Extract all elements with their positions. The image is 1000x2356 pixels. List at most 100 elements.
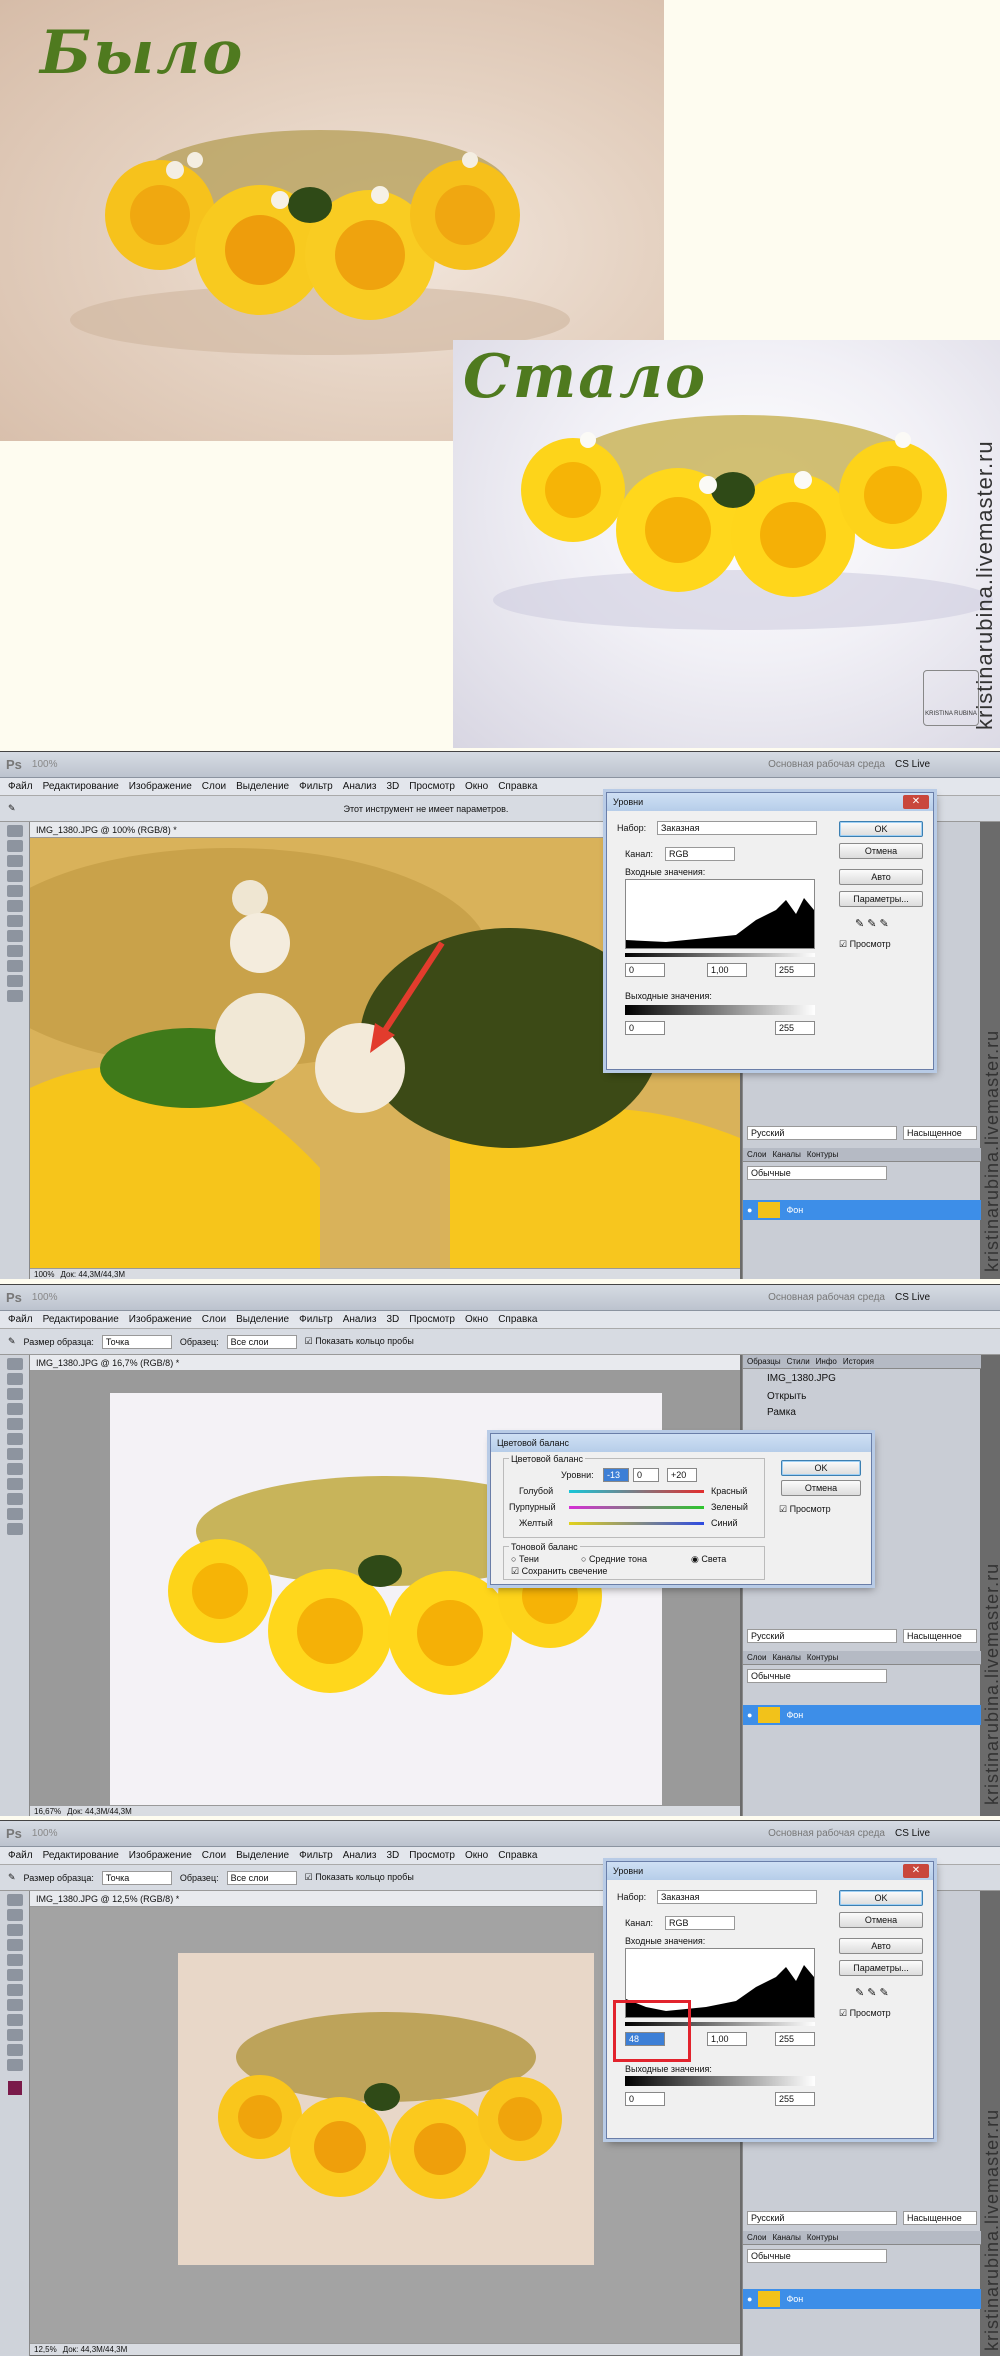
antialias-select[interactable]: Насыщенное	[903, 1629, 977, 1643]
magenta-green-slider[interactable]	[569, 1506, 704, 1509]
history-snapshot[interactable]: IMG_1380.JPG	[767, 1373, 836, 1384]
output-black-field[interactable]: 0	[625, 2092, 665, 2106]
menu-3d[interactable]: 3D	[386, 1314, 399, 1325]
menu-file[interactable]: Файл	[8, 1314, 33, 1325]
status-zoom[interactable]: 16,67%	[34, 1807, 61, 1816]
menu-select[interactable]: Выделение	[236, 1314, 289, 1325]
menu-view[interactable]: Просмотр	[409, 1850, 455, 1861]
show-ring-checkbox[interactable]: ☑ Показать кольцо пробы	[305, 1872, 414, 1883]
cancel-button[interactable]: Отмена	[781, 1480, 861, 1496]
menu-help[interactable]: Справка	[498, 1850, 537, 1861]
menu-image[interactable]: Изображение	[129, 781, 192, 792]
menu-layers[interactable]: Слои	[202, 781, 226, 792]
preview-checkbox[interactable]: ☑ Просмотр	[839, 939, 891, 950]
close-icon[interactable]: ✕	[903, 1864, 929, 1878]
sample-size-select[interactable]: Точка	[101, 1334, 172, 1349]
tab-paths[interactable]: Контуры	[807, 1653, 838, 1662]
output-white-field[interactable]: 255	[775, 2092, 815, 2106]
gradient-tool-icon[interactable]	[6, 1999, 23, 2011]
eyedropper-tool-icon[interactable]	[6, 1954, 23, 1966]
auto-button[interactable]: Авто	[839, 1938, 923, 1954]
move-tool-icon[interactable]	[6, 825, 23, 837]
input-black-field[interactable]: 0	[625, 963, 665, 977]
type-tool-icon[interactable]	[6, 2029, 23, 2041]
eyedropper-icon[interactable]: ✎	[8, 1336, 16, 1347]
eraser-tool-icon[interactable]	[6, 1448, 23, 1460]
eyedropper-tool-icon[interactable]	[6, 1418, 23, 1430]
menu-window[interactable]: Окно	[465, 1850, 488, 1861]
menu-window[interactable]: Окно	[465, 781, 488, 792]
tab-paths[interactable]: Контуры	[807, 1150, 838, 1159]
output-slider[interactable]	[625, 2076, 815, 2086]
blend-mode-select[interactable]: Обычные	[747, 1166, 887, 1180]
zoom-tool-icon[interactable]	[6, 1523, 23, 1535]
type-tool-icon[interactable]	[6, 1493, 23, 1505]
eye-icon[interactable]: ●	[747, 1710, 752, 1720]
midtones-radio[interactable]: ○ Средние тона	[581, 1554, 647, 1564]
tab-paths[interactable]: Контуры	[807, 2233, 838, 2242]
menu-window[interactable]: Окно	[465, 1314, 488, 1325]
tab-layers[interactable]: Слои	[747, 1653, 766, 1662]
close-icon[interactable]: ✕	[903, 795, 929, 809]
brush-tool-icon[interactable]	[6, 1433, 23, 1445]
zoom-select[interactable]: 100%	[32, 1292, 58, 1303]
menu-file[interactable]: Файл	[8, 1850, 33, 1861]
eyedropper-tool-icon[interactable]	[6, 885, 23, 897]
menu-analysis[interactable]: Анализ	[343, 1314, 377, 1325]
lasso-tool-icon[interactable]	[6, 1924, 23, 1936]
tab-styles[interactable]: Стили	[787, 1357, 810, 1366]
eye-icon[interactable]: ●	[747, 1205, 752, 1215]
menu-select[interactable]: Выделение	[236, 1850, 289, 1861]
document-tab[interactable]: IMG_1380.JPG @ 16,7% (RGB/8) *	[30, 1355, 740, 1371]
menu-analysis[interactable]: Анализ	[343, 1850, 377, 1861]
eyedropper-icon[interactable]: ✎	[8, 803, 16, 814]
lasso-tool-icon[interactable]	[6, 855, 23, 867]
tab-history[interactable]: История	[843, 1357, 874, 1366]
antialias-select[interactable]: Насыщенное	[903, 2211, 977, 2225]
cyan-red-slider[interactable]	[569, 1490, 704, 1493]
gradient-tool-icon[interactable]	[6, 1463, 23, 1475]
eraser-tool-icon[interactable]	[6, 915, 23, 927]
marquee-tool-icon[interactable]	[6, 1909, 23, 1921]
pen-tool-icon[interactable]	[6, 1478, 23, 1490]
zoom-select[interactable]: 100%	[32, 1828, 58, 1839]
tab-channels[interactable]: Каналы	[772, 1150, 800, 1159]
menu-filter[interactable]: Фильтр	[299, 1314, 333, 1325]
yellow-blue-slider[interactable]	[569, 1522, 704, 1525]
menu-image[interactable]: Изображение	[129, 1314, 192, 1325]
tab-swatches[interactable]: Образцы	[747, 1357, 781, 1366]
layer-background[interactable]: ● Фон	[743, 1200, 981, 1220]
workspace-label[interactable]: Основная рабочая среда	[768, 759, 885, 770]
marquee-tool-icon[interactable]	[6, 840, 23, 852]
cancel-button[interactable]: Отмена	[839, 843, 923, 859]
preview-checkbox[interactable]: ☑ Просмотр	[779, 1504, 831, 1515]
eraser-tool-icon[interactable]	[6, 1984, 23, 1996]
menu-filter[interactable]: Фильтр	[299, 1850, 333, 1861]
brush-tool-icon[interactable]	[6, 1969, 23, 1981]
menu-image[interactable]: Изображение	[129, 1850, 192, 1861]
menu-select[interactable]: Выделение	[236, 781, 289, 792]
input-gamma-field[interactable]: 1,00	[707, 2032, 747, 2046]
tab-layers[interactable]: Слои	[747, 2233, 766, 2242]
menu-help[interactable]: Справка	[498, 1314, 537, 1325]
ok-button[interactable]: OK	[839, 821, 923, 837]
menu-3d[interactable]: 3D	[386, 781, 399, 792]
workspace-label[interactable]: Основная рабочая среда	[768, 1292, 885, 1303]
ok-button[interactable]: OK	[839, 1890, 923, 1906]
gradient-tool-icon[interactable]	[6, 930, 23, 942]
workspace-label[interactable]: Основная рабочая среда	[768, 1828, 885, 1839]
sample-size-select[interactable]: Точка	[101, 1870, 172, 1885]
menu-file[interactable]: Файл	[8, 781, 33, 792]
menu-edit[interactable]: Редактирование	[43, 781, 119, 792]
menu-view[interactable]: Просмотр	[409, 1314, 455, 1325]
brush-tool-icon[interactable]	[6, 900, 23, 912]
samples-select[interactable]: Все слои	[226, 1870, 297, 1885]
eye-icon[interactable]: ●	[747, 2294, 752, 2304]
language-select[interactable]: Русский	[747, 2211, 897, 2225]
hand-tool-icon[interactable]	[6, 2044, 23, 2056]
zoom-tool-icon[interactable]	[6, 990, 23, 1002]
eyedropper-icon[interactable]: ✎	[8, 1872, 16, 1883]
level-3-field[interactable]: +20	[667, 1468, 697, 1482]
tab-layers[interactable]: Слои	[747, 1150, 766, 1159]
layer-background[interactable]: ● Фон	[743, 1705, 981, 1725]
